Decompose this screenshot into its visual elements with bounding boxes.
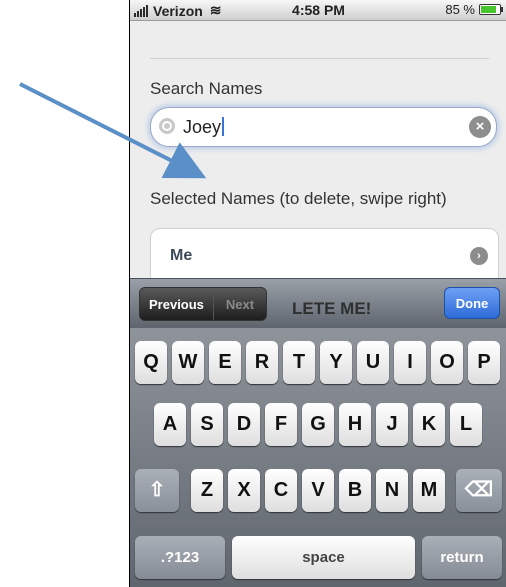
key-d[interactable]: D (228, 403, 260, 446)
status-bar: Verizon ≋ 4:58 PM 85 % (130, 0, 506, 21)
backspace-key[interactable]: ⌫ (456, 469, 502, 512)
key-y[interactable]: Y (320, 341, 352, 384)
battery-icon (479, 4, 503, 15)
prev-next-segment: Previous Next (139, 287, 268, 321)
numbers-key[interactable]: .?123 (135, 536, 225, 579)
key-b[interactable]: B (339, 469, 371, 512)
search-label: Search Names (150, 79, 263, 98)
key-f[interactable]: F (265, 403, 297, 446)
key-g[interactable]: G (302, 403, 334, 446)
key-w[interactable]: W (172, 341, 204, 384)
key-s[interactable]: S (191, 403, 223, 446)
keyboard-toolbar: LETE ME! Previous Next Done (130, 278, 506, 329)
battery-percent: 85 % (445, 2, 475, 17)
key-x[interactable]: X (228, 469, 260, 512)
key-z[interactable]: Z (191, 469, 223, 512)
key-k[interactable]: K (413, 403, 445, 446)
key-h[interactable]: H (339, 403, 371, 446)
key-u[interactable]: U (357, 341, 389, 384)
key-m[interactable]: M (413, 469, 445, 512)
key-q[interactable]: Q (135, 341, 167, 384)
key-p[interactable]: P (468, 341, 500, 384)
list-item-name: Me (170, 247, 193, 264)
key-c[interactable]: C (265, 469, 297, 512)
text-caret (222, 117, 225, 136)
key-a[interactable]: A (154, 403, 186, 446)
key-l[interactable]: L (450, 403, 482, 446)
return-key[interactable]: return (422, 536, 502, 579)
battery-group: 85 % (445, 2, 503, 17)
shift-icon: ⇧ (148, 479, 166, 501)
next-button[interactable]: Next (212, 288, 266, 320)
shift-key[interactable]: ⇧ (135, 469, 179, 512)
key-n[interactable]: N (376, 469, 408, 512)
search-icon (159, 118, 175, 134)
search-value: Joey (183, 117, 225, 138)
key-r[interactable]: R (246, 341, 278, 384)
divider (150, 58, 489, 59)
key-e[interactable]: E (209, 341, 241, 384)
key-o[interactable]: O (431, 341, 463, 384)
delete-button-ghost: LETE ME! (292, 299, 372, 318)
phone-screen: Verizon ≋ 4:58 PM 85 % Search Names Joey… (129, 0, 506, 587)
previous-button[interactable]: Previous (140, 288, 213, 320)
selected-label: Selected Names (to delete, swipe right) (150, 189, 447, 208)
keyboard: Q W E R T Y U I O P A S D F G H J K L ⇧ … (130, 328, 506, 587)
key-v[interactable]: V (302, 469, 334, 512)
search-input[interactable]: Joey × (150, 107, 497, 147)
backspace-icon: ⌫ (464, 479, 494, 501)
key-j[interactable]: J (376, 403, 408, 446)
key-i[interactable]: I (394, 341, 426, 384)
chevron-right-icon: › (470, 247, 488, 265)
clear-icon[interactable]: × (469, 116, 491, 138)
page-content: Search Names Joey × Selected Names (to d… (130, 21, 506, 286)
done-button[interactable]: Done (444, 287, 500, 319)
key-t[interactable]: T (283, 341, 315, 384)
space-key[interactable]: space (232, 536, 415, 579)
